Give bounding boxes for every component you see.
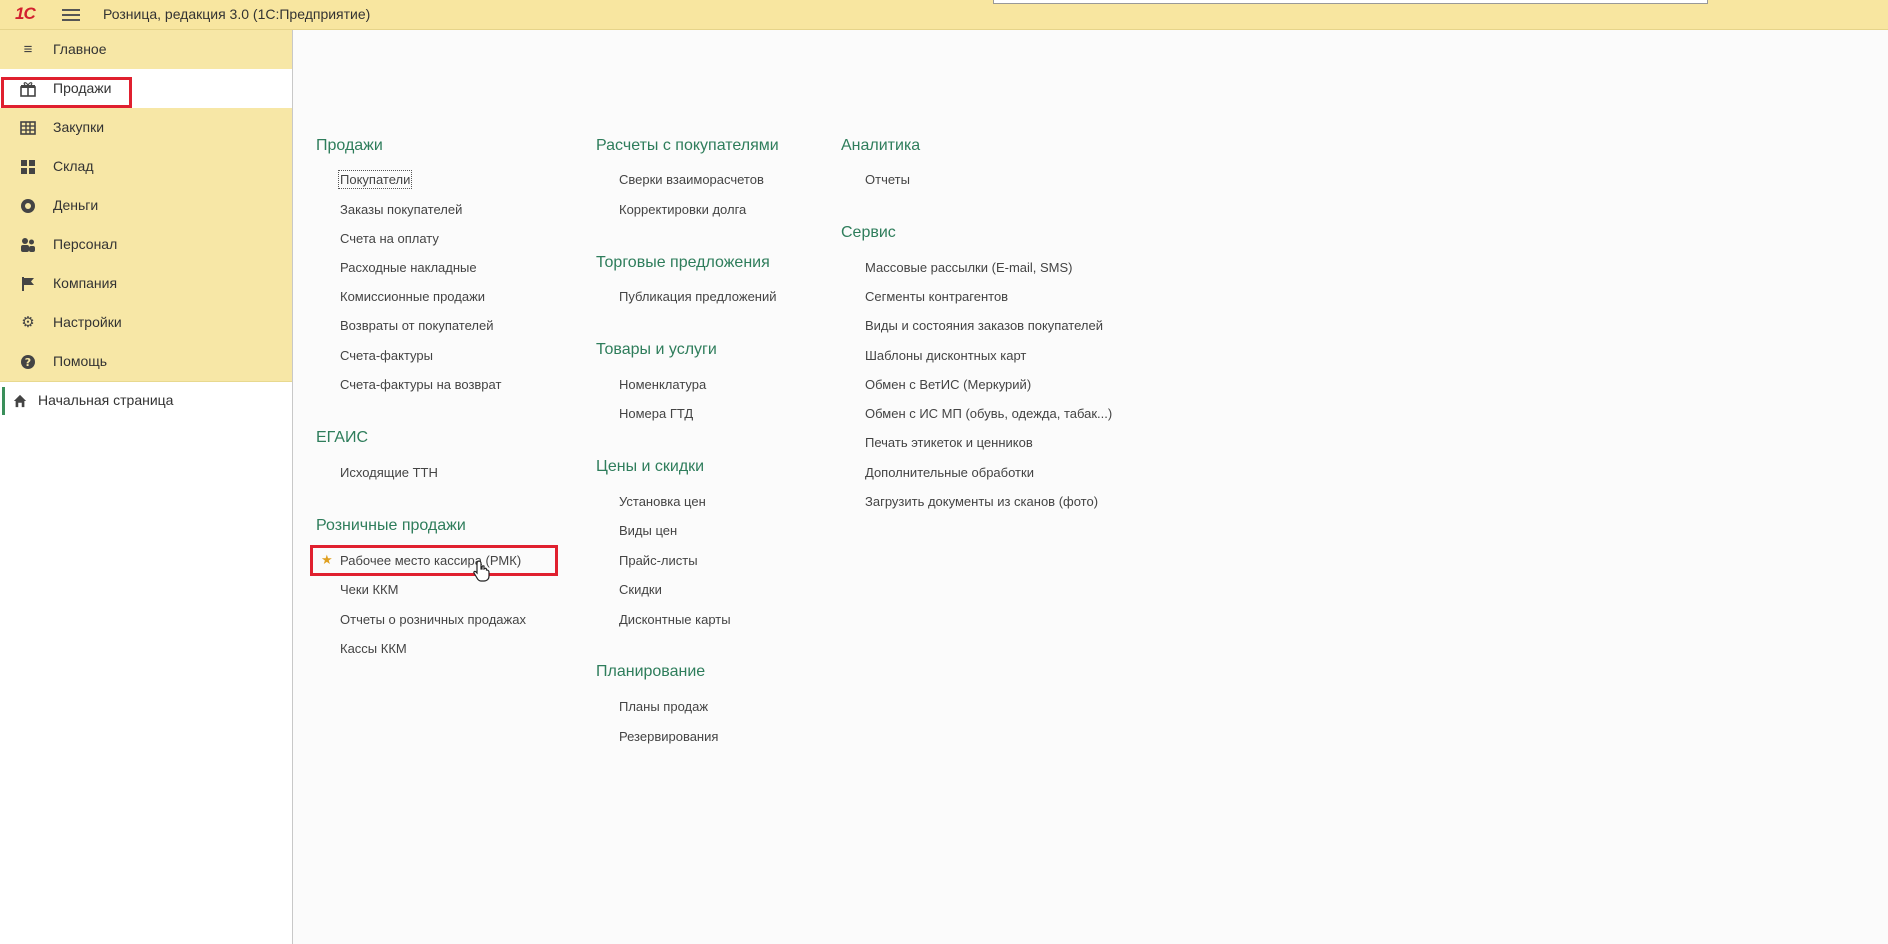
- hand-cursor-icon: [473, 560, 491, 588]
- sections-sidebar: ≡ Главное Продажи Закупки Склад Деньги П…: [0, 30, 293, 944]
- staff-people-icon: [20, 237, 36, 253]
- main-menu-hamburger-icon[interactable]: [62, 6, 80, 22]
- group-title-goods-services: Товары и услуги: [596, 341, 717, 358]
- link-retail-sales-reports[interactable]: Отчеты о розничных продажах: [340, 612, 526, 627]
- section-staff[interactable]: Персонал: [0, 225, 292, 264]
- link-nomenclature[interactable]: Номенклатура: [619, 377, 706, 392]
- group-title-prices-discounts: Цены и скидки: [596, 458, 705, 475]
- link-commission-sales[interactable]: Комиссионные продажи: [340, 289, 485, 304]
- home-page-item[interactable]: Начальная страница: [0, 381, 292, 419]
- link-sales-plans[interactable]: Планы продаж: [619, 699, 708, 714]
- help-question-icon: ?: [20, 354, 36, 370]
- home-label: Начальная страница: [38, 392, 174, 408]
- group-title-service: Сервис: [841, 224, 896, 241]
- section-label: Склад: [53, 158, 94, 174]
- section-warehouse[interactable]: Склад: [0, 147, 292, 186]
- favorite-star-icon[interactable]: ★: [321, 552, 333, 568]
- link-kkm-cash-registers[interactable]: Кассы ККМ: [340, 641, 407, 656]
- link-discount-cards[interactable]: Дисконтные карты: [619, 612, 731, 627]
- svg-text:?: ?: [25, 356, 31, 369]
- app-title: Розница, редакция 3.0 (1С:Предприятие): [103, 6, 371, 22]
- link-sales-waybills[interactable]: Расходные накладные: [340, 260, 477, 275]
- group-title-sales: Продажи: [316, 137, 383, 154]
- section-label: Продажи: [53, 80, 112, 96]
- link-discount-card-templates[interactable]: Шаблоны дисконтных карт: [865, 348, 1026, 363]
- section-label: Закупки: [53, 119, 105, 135]
- section-sales[interactable]: Продажи: [0, 69, 292, 108]
- section-content-panel: Продажи Покупатели Заказы покупателей Сч…: [293, 30, 1888, 944]
- app-window: 1С Розница, редакция 3.0 (1С:Предприятие…: [0, 0, 1888, 944]
- money-coin-icon: [20, 198, 36, 214]
- link-order-states[interactable]: Виды и состояния заказов покупателей: [865, 318, 1103, 333]
- settings-gear-icon: ⚙: [21, 314, 35, 331]
- purchases-grid-icon: [20, 120, 36, 136]
- sections-panel: ≡ Главное Продажи Закупки Склад Деньги П…: [0, 30, 292, 381]
- group-title-analytics: Аналитика: [841, 137, 921, 154]
- link-tax-invoices[interactable]: Счета-фактуры: [340, 348, 433, 363]
- link-price-lists[interactable]: Прайс-листы: [619, 553, 698, 568]
- link-customer-returns[interactable]: Возвраты от покупателей: [340, 318, 494, 333]
- section-money[interactable]: Деньги: [0, 186, 292, 225]
- section-purchases[interactable]: Закупки: [0, 108, 292, 147]
- section-main[interactable]: ≡ Главное: [0, 30, 292, 69]
- group-title-egais: ЕГАИС: [316, 429, 368, 446]
- link-offers-publication[interactable]: Публикация предложений: [619, 289, 777, 304]
- link-reports[interactable]: Отчеты: [865, 172, 910, 187]
- section-label: Персонал: [53, 236, 118, 252]
- link-set-prices[interactable]: Установка цен: [619, 494, 706, 509]
- link-vetis-exchange[interactable]: Обмен с ВетИС (Меркурий): [865, 377, 1031, 392]
- home-icon: [13, 382, 27, 419]
- link-customers[interactable]: Покупатели: [337, 170, 413, 189]
- link-print-labels[interactable]: Печать этикеток и ценников: [865, 435, 1033, 450]
- title-bar: 1С Розница, редакция 3.0 (1С:Предприятие…: [0, 0, 1888, 30]
- link-invoices-for-payment[interactable]: Счета на оплату: [340, 231, 439, 246]
- section-label: Помощь: [53, 353, 108, 369]
- section-label: Компания: [53, 275, 118, 291]
- link-gtd-numbers[interactable]: Номера ГТД: [619, 406, 693, 421]
- link-reconciliations[interactable]: Сверки взаиморасчетов: [619, 172, 764, 187]
- section-label: Деньги: [53, 197, 99, 213]
- link-tax-invoices-return[interactable]: Счета-фактуры на возврат: [340, 377, 501, 392]
- section-label: Главное: [53, 41, 107, 57]
- company-flag-icon: [20, 276, 36, 292]
- link-discounts[interactable]: Скидки: [619, 582, 662, 597]
- link-load-scans[interactable]: Загрузить документы из сканов (фото): [865, 494, 1098, 509]
- link-kkm-receipts[interactable]: Чеки ККМ: [340, 582, 398, 597]
- group-title-trade-offers: Торговые предложения: [596, 254, 770, 271]
- section-settings[interactable]: ⚙ Настройки: [0, 303, 292, 342]
- section-help[interactable]: ? Помощь: [0, 342, 292, 381]
- link-counterparty-segments[interactable]: Сегменты контрагентов: [865, 289, 1008, 304]
- link-customer-orders[interactable]: Заказы покупателей: [340, 202, 462, 217]
- sales-gift-icon: [20, 81, 36, 97]
- 1c-logo: 1С: [15, 4, 36, 23]
- link-additional-processing[interactable]: Дополнительные обработки: [865, 465, 1034, 480]
- link-cashier-workplace[interactable]: Рабочее место кассира (РМК): [340, 553, 521, 568]
- hamburger-list-icon: ≡: [23, 41, 33, 58]
- link-is-mp-exchange[interactable]: Обмен с ИС МП (обувь, одежда, табак...): [865, 406, 1112, 421]
- link-outgoing-ttn[interactable]: Исходящие ТТН: [340, 465, 438, 480]
- warehouse-blocks-icon: [20, 159, 36, 175]
- link-debt-adjustments[interactable]: Корректировки долга: [619, 202, 746, 217]
- title-search-field[interactable]: [993, 0, 1708, 4]
- group-title-planning: Планирование: [596, 663, 706, 680]
- link-price-types[interactable]: Виды цен: [619, 523, 677, 538]
- link-mass-mailing[interactable]: Массовые рассылки (E-mail, SMS): [865, 260, 1073, 275]
- section-label: Настройки: [53, 314, 122, 330]
- group-title-customer-settlements: Расчеты с покупателями: [596, 137, 779, 154]
- section-company[interactable]: Компания: [0, 264, 292, 303]
- group-title-retail-sales: Розничные продажи: [316, 517, 466, 534]
- link-reservations[interactable]: Резервирования: [619, 729, 718, 744]
